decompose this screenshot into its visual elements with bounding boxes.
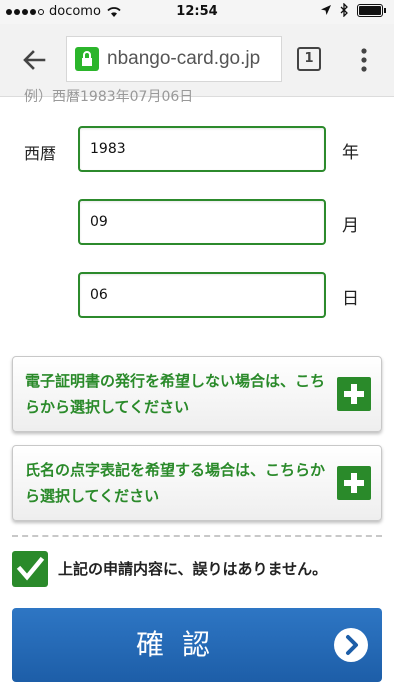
back-arrow-icon[interactable] (18, 44, 50, 76)
braille-option-text: 氏名の点字表記を希望する場合は、こちらから選択してください (25, 461, 326, 505)
era-label: 西暦 (24, 144, 57, 163)
confirm-button-label: 確認 (135, 628, 228, 661)
url-text: nbango-card.go.jp (107, 48, 261, 69)
confirm-button[interactable]: 確認 (12, 608, 382, 682)
day-unit: 日 (342, 289, 359, 309)
divider (12, 535, 382, 537)
month-input[interactable]: 09 (78, 199, 326, 245)
checkmark-icon (16, 556, 45, 581)
no-certificate-option-text: 電子証明書の発行を希望しない場合は、こちらから選択してください (25, 372, 326, 416)
plus-icon (337, 377, 371, 411)
year-input[interactable]: 1983 (78, 126, 326, 172)
braille-option-button[interactable]: 氏名の点字表記を希望する場合は、こちらから選択してください (12, 445, 382, 521)
year-unit: 年 (342, 143, 359, 163)
location-icon (321, 5, 331, 15)
battery-icon (357, 3, 383, 17)
status-bar: docomo 12:54 (0, 0, 394, 24)
status-right (320, 3, 386, 17)
day-input[interactable]: 06 (78, 272, 326, 318)
plus-icon (337, 466, 371, 500)
no-certificate-option-button[interactable]: 電子証明書の発行を希望しない場合は、こちらから選択してください (12, 356, 382, 432)
month-unit: 月 (342, 216, 359, 236)
arrow-right-icon (334, 628, 368, 662)
tab-count-button[interactable]: 1 (297, 47, 321, 71)
address-bar[interactable]: nbango-card.go.jp (66, 36, 282, 82)
battery-tip (384, 7, 386, 13)
overflow-menu-icon[interactable] (356, 46, 372, 74)
confirm-checkbox[interactable] (12, 551, 48, 587)
confirm-checkbox-label[interactable]: 上記の申請内容に、誤りはありません。 (58, 558, 327, 579)
lock-icon (75, 47, 99, 71)
bluetooth-icon (340, 3, 348, 17)
date-example-text: 例）西暦1983年07月06日 (24, 89, 194, 105)
